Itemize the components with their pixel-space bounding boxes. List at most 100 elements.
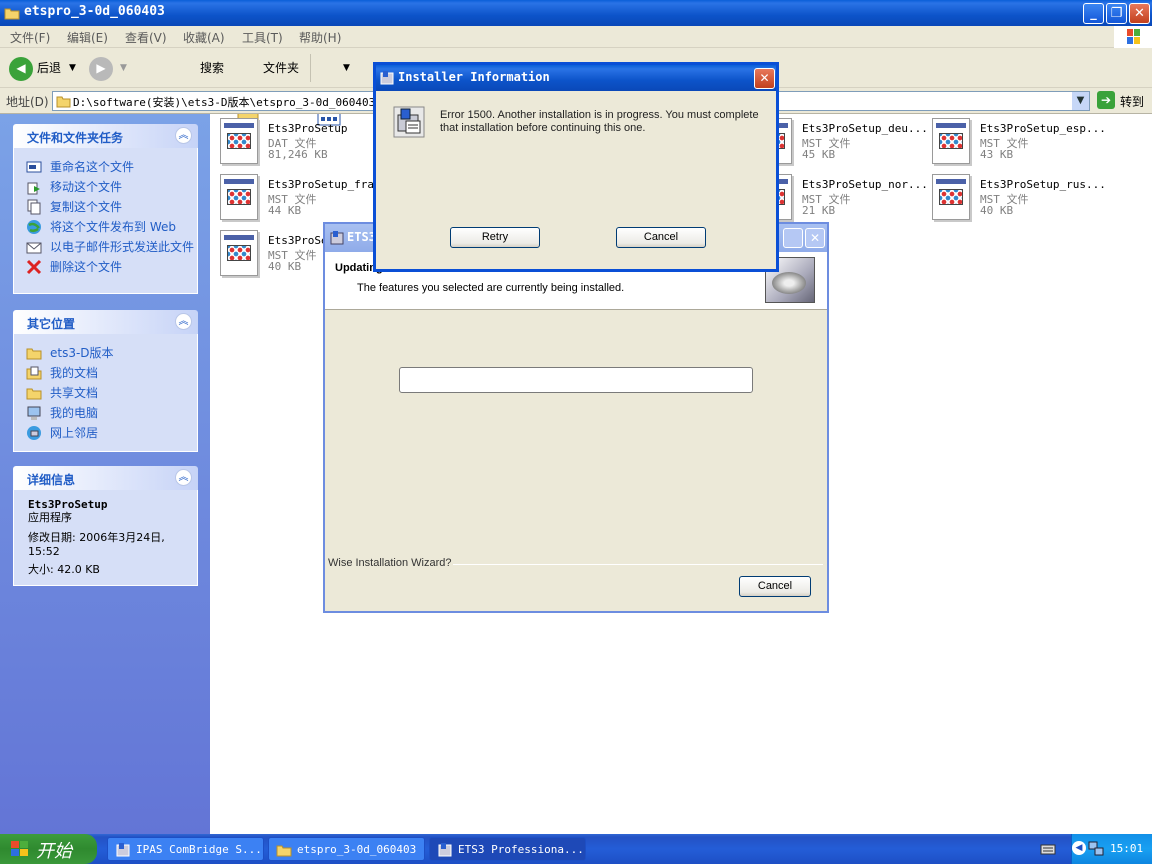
file-icon (932, 118, 970, 164)
file-size: 43 KB (980, 148, 1014, 161)
other-places-header[interactable]: 其它位置 ︽ (13, 310, 198, 334)
file-size: 40 KB (268, 260, 302, 273)
info-dialog-close-button[interactable]: ✕ (754, 68, 775, 89)
back-arrow-icon[interactable]: ◀ (9, 57, 33, 81)
menu-view[interactable]: 查看(V) (125, 29, 167, 46)
file-item[interactable]: Ets3ProSetup_rus... MST 文件 40 KB (932, 174, 1132, 224)
go-arrow-icon[interactable]: ➔ (1097, 91, 1115, 109)
forward-arrow-icon[interactable]: ▶ (89, 57, 113, 81)
taskbar-item-label: etspro_3-0d_060403 (297, 843, 417, 856)
tray-expand-icon[interactable]: ◀ (1072, 841, 1086, 855)
collapse-chevron-icon[interactable]: ︽ (175, 313, 192, 330)
details-file-type: 应用程序 (28, 511, 72, 524)
views-dropdown-icon[interactable]: ▼ (343, 56, 350, 80)
details-panel: 详细信息 ︽ Ets3ProSetup 应用程序 修改日期: 2006年3月24… (13, 466, 198, 586)
folders-button[interactable]: 文件夹 (263, 56, 299, 80)
file-name: Ets3ProSetup (268, 122, 348, 135)
error-message: Error 1500. Another installation is in p… (440, 109, 759, 134)
installer-information-dialog: Installer Information ✕ Error 1500. Anot… (373, 62, 779, 272)
wizard-subheading: The features you selected are currently … (357, 282, 625, 294)
menu-edit[interactable]: 编辑(E) (67, 29, 108, 46)
publish-web-icon (27, 220, 41, 234)
file-item[interactable]: Ets3ProSetup_esp... MST 文件 43 KB (932, 118, 1132, 168)
file-size: 21 KB (802, 204, 836, 217)
collapse-chevron-icon[interactable]: ︽ (175, 127, 192, 144)
other-places-panel: 其它位置 ︽ ets3-D版本 我的文档 共享文档 我的电脑 网上邻居 (13, 310, 198, 452)
details-file-name: Ets3ProSetup (28, 498, 108, 511)
network-connection-icon[interactable] (1088, 841, 1104, 857)
my-documents-icon (26, 366, 42, 380)
other-places-title: 其它位置 (27, 317, 76, 331)
search-button[interactable]: 搜索 (200, 56, 224, 80)
details-header[interactable]: 详细信息 ︽ (13, 466, 198, 490)
installer-icon (380, 71, 394, 85)
menu-tools[interactable]: 工具(T) (242, 29, 283, 46)
retry-button[interactable]: Retry (450, 227, 540, 248)
collapse-chevron-icon[interactable]: ︽ (175, 469, 192, 486)
windows-flag-icon (11, 841, 28, 856)
place-ets3-folder[interactable]: ets3-D版本 (26, 346, 197, 360)
task-publish-web[interactable]: 将这个文件发布到 Web (26, 220, 197, 234)
file-icon (220, 118, 258, 164)
start-label: 开始 (36, 841, 72, 862)
copy-icon (27, 199, 41, 215)
file-icon (932, 174, 970, 220)
go-button[interactable]: 转到 (1120, 93, 1144, 110)
maximize-button[interactable]: ❐ (1106, 3, 1127, 24)
file-tasks-panel: 文件和文件夹任务 ︽ 重命名这个文件 移动这个文件 复制这个文件 将这个文件发布… (13, 124, 198, 294)
taskbar-item-ipas[interactable]: IPAS ComBridge S... (107, 837, 264, 861)
minimize-button[interactable]: _ (1083, 3, 1104, 24)
place-my-computer[interactable]: 我的电脑 (26, 406, 197, 420)
file-size: 81,246 KB (268, 148, 328, 161)
taskbar-item-explorer[interactable]: etspro_3-0d_060403 (268, 837, 425, 861)
info-dialog-titlebar[interactable]: Installer Information ✕ (376, 65, 776, 91)
window-title: etspro_3-0d_060403 (24, 4, 165, 19)
move-icon (27, 182, 40, 195)
file-icon (220, 174, 258, 220)
email-icon (26, 242, 42, 254)
task-move[interactable]: 移动这个文件 (26, 180, 197, 195)
file-tasks-header[interactable]: 文件和文件夹任务 ︽ (13, 124, 198, 148)
task-copy[interactable]: 复制这个文件 (26, 199, 197, 215)
taskbar-item-ets3[interactable]: ETS3 Professiona... (429, 837, 586, 861)
address-label: 地址(D) (6, 95, 49, 109)
network-icon (27, 426, 41, 440)
forward-dropdown-icon[interactable]: ▼ (120, 56, 127, 80)
system-tray: ◀ 15:01 (1071, 834, 1152, 864)
menu-help[interactable]: 帮助(H) (299, 29, 341, 46)
folder-icon (4, 8, 20, 20)
windows-logo-icon (1114, 26, 1152, 48)
task-delete[interactable]: 删除这个文件 (26, 259, 197, 275)
taskbar: 开始 IPAS ComBridge S... etspro_3-0d_06040… (0, 834, 1152, 864)
wizard-cancel-button[interactable]: Cancel (739, 576, 811, 597)
file-item[interactable]: Ets3ProSetup_nor... MST 文件 21 KB (754, 174, 954, 224)
task-email[interactable]: 以电子邮件形式发送此文件 (26, 240, 197, 254)
address-dropdown-icon[interactable]: ▼ (1072, 92, 1089, 110)
file-item[interactable]: Ets3ProSetup_deu... MST 文件 45 KB (754, 118, 954, 168)
delete-icon (26, 259, 42, 275)
my-computer-icon (27, 406, 41, 420)
menubar: 文件(F) 编辑(E) 查看(V) 收藏(A) 工具(T) 帮助(H) (0, 26, 1152, 48)
keyboard-icon[interactable] (1040, 843, 1056, 855)
file-icon (220, 230, 258, 276)
rename-icon (26, 161, 42, 173)
file-tasks-title: 文件和文件夹任务 (27, 131, 124, 145)
close-button[interactable]: ✕ (1129, 3, 1150, 24)
place-network[interactable]: 网上邻居 (26, 426, 197, 440)
back-dropdown-icon[interactable]: ▼ (69, 56, 76, 80)
place-shared-documents[interactable]: 共享文档 (26, 386, 197, 400)
file-name: Ets3ProSetup_deu... (802, 122, 928, 135)
window-titlebar[interactable]: etspro_3-0d_060403 _ ❐ ✕ (0, 0, 1152, 26)
menu-favorites[interactable]: 收藏(A) (183, 29, 225, 46)
menu-file[interactable]: 文件(F) (10, 29, 50, 46)
wizard-maximize-button[interactable] (783, 228, 803, 248)
file-name: Ets3ProSetup_rus... (980, 178, 1106, 191)
place-my-documents[interactable]: 我的文档 (26, 366, 197, 380)
wizard-close-button[interactable]: ✕ (805, 228, 825, 248)
installer-icon (330, 231, 344, 245)
task-rename[interactable]: 重命名这个文件 (26, 160, 197, 174)
file-size: 45 KB (802, 148, 836, 161)
start-button[interactable]: 开始 (0, 834, 97, 864)
info-cancel-button[interactable]: Cancel (616, 227, 706, 248)
back-button[interactable]: 后退 (37, 56, 61, 80)
